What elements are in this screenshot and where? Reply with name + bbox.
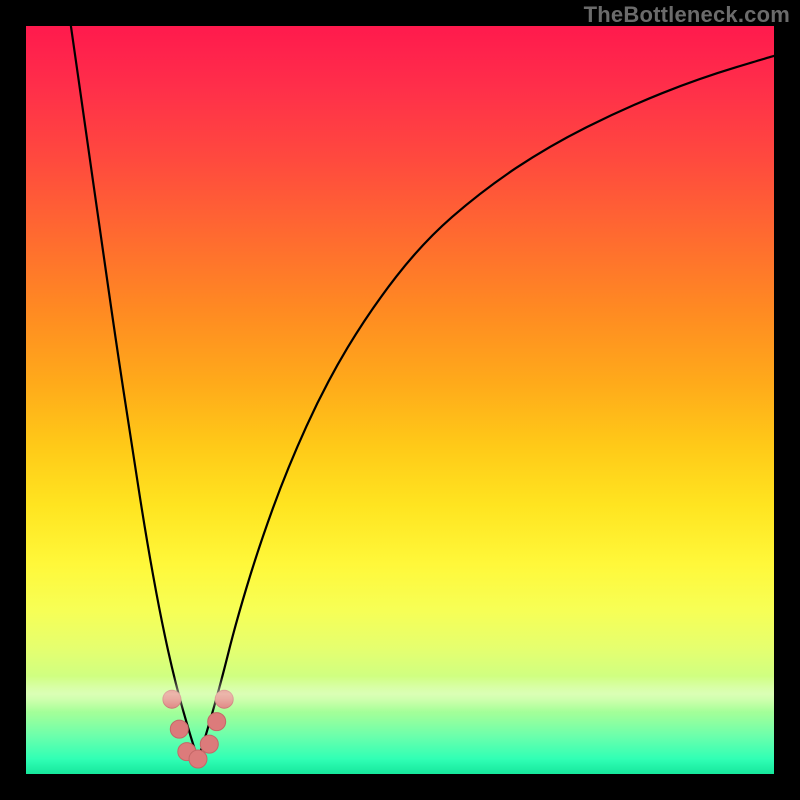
trough-marker xyxy=(208,713,226,731)
chart-plot-area xyxy=(26,26,774,774)
trough-marker xyxy=(163,690,181,708)
watermark-text: TheBottleneck.com xyxy=(584,2,790,28)
trough-marker xyxy=(215,690,233,708)
trough-markers-group xyxy=(163,690,233,768)
trough-marker xyxy=(189,750,207,768)
trough-marker xyxy=(170,720,188,738)
bottleneck-curve-svg xyxy=(26,26,774,774)
bottleneck-curve-path xyxy=(71,26,774,753)
trough-marker xyxy=(200,735,218,753)
